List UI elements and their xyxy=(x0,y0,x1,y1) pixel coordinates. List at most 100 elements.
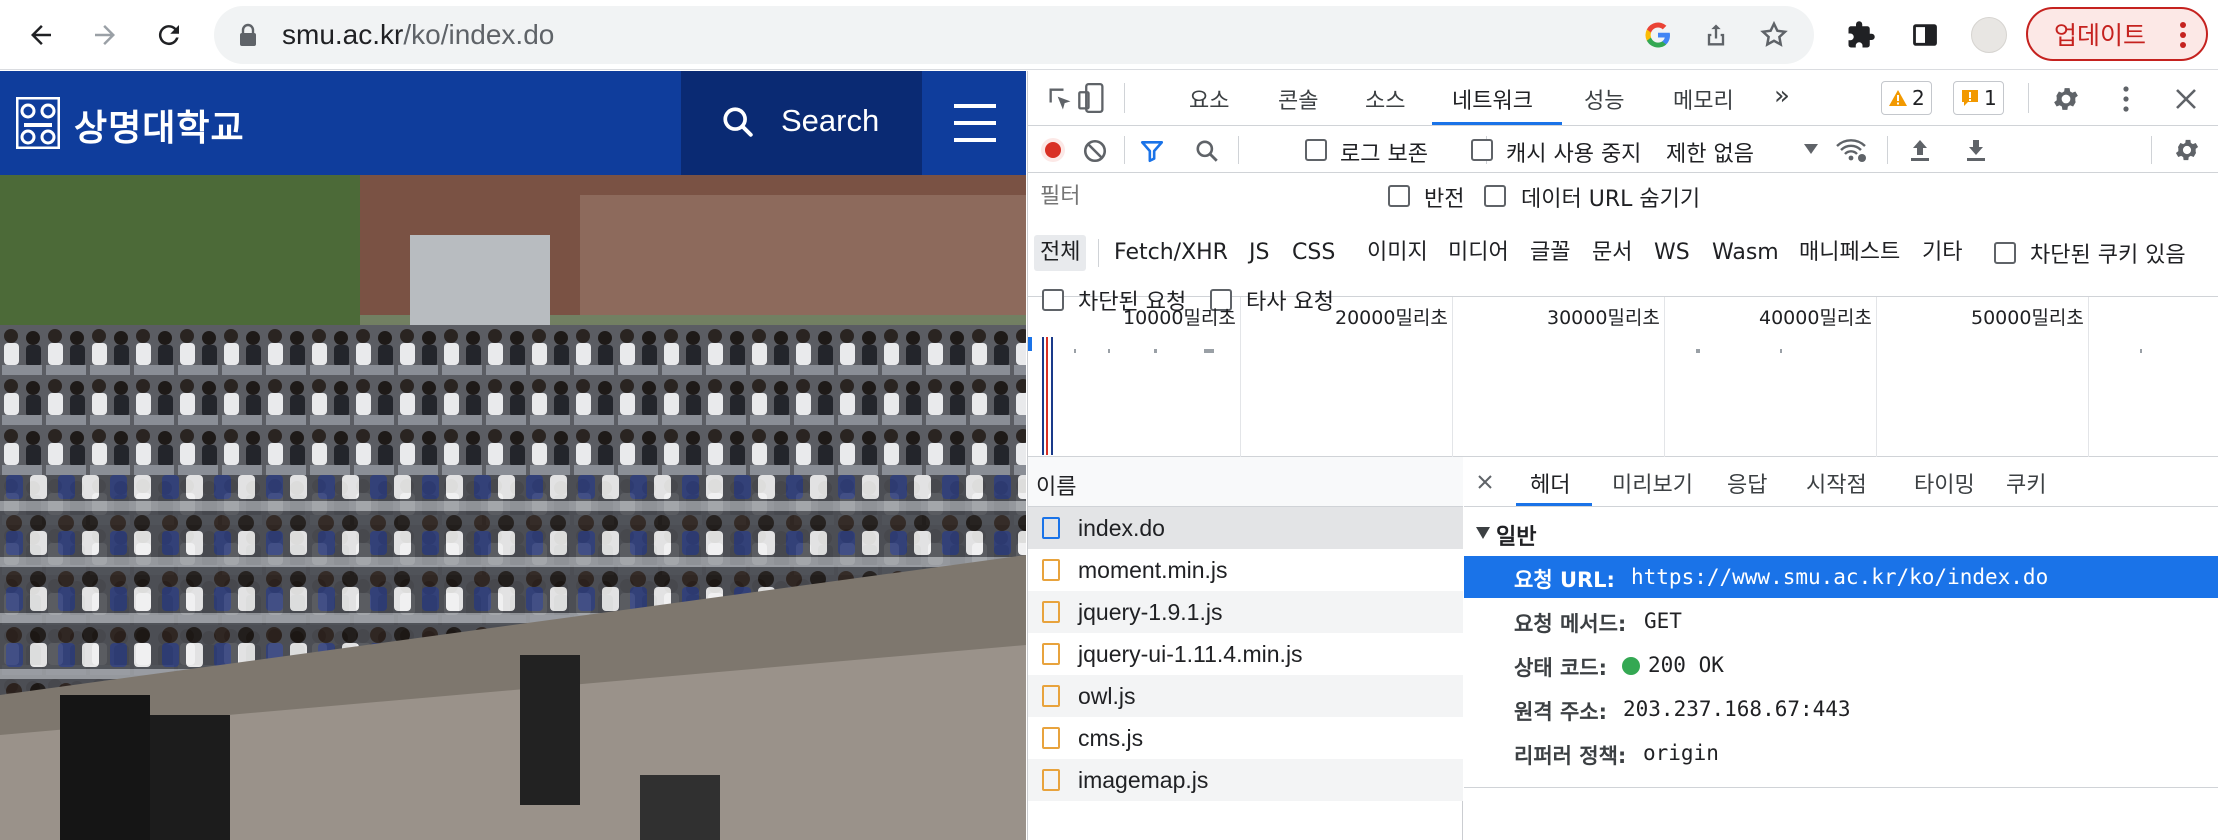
script-icon xyxy=(1042,769,1060,791)
device-toolbar-icon[interactable] xyxy=(1078,83,1106,113)
more-tabs-chevron-icon[interactable]: » xyxy=(1774,81,1790,111)
issue-icon xyxy=(1962,90,1978,106)
script-icon xyxy=(1042,685,1060,707)
request-name: cms.js xyxy=(1078,725,1144,751)
settings-gear-icon[interactable] xyxy=(2051,84,2081,114)
tab-cookies[interactable]: 쿠키 xyxy=(2006,467,2046,499)
site-search-label: Search xyxy=(781,103,880,138)
disable-cache-checkbox[interactable] xyxy=(1471,139,1493,161)
filter-type-all[interactable]: 전체 xyxy=(1034,235,1087,271)
extensions-button[interactable] xyxy=(1838,12,1884,58)
tab-memory[interactable]: 메모리 xyxy=(1673,83,1734,115)
header-row-request-url[interactable]: 요청 URL: https://www.smu.ac.kr/ko/index.d… xyxy=(1464,556,2218,598)
filter-type-img[interactable]: 이미지 xyxy=(1361,235,1434,271)
network-toolbar: 로그 보존 캐시 사용 중지 제한 없음 xyxy=(1028,126,2218,173)
filter-type-manifest[interactable]: 매니페스트 xyxy=(1793,235,1906,271)
blocked-cookies-checkbox[interactable] xyxy=(1994,242,2016,264)
google-translate-icon[interactable] xyxy=(1638,15,1678,55)
browser-toolbar: smu.ac.kr/ko/index.do 업데이트 xyxy=(0,0,2218,70)
tab-initiator[interactable]: 시작점 xyxy=(1806,467,1867,499)
invert-checkbox[interactable] xyxy=(1388,185,1410,207)
close-devtools-icon[interactable] xyxy=(2174,87,2198,111)
filter-type-doc[interactable]: 문서 xyxy=(1586,235,1638,271)
upload-har-icon[interactable] xyxy=(1908,137,1932,163)
tab-performance[interactable]: 성능 xyxy=(1584,83,1624,115)
general-section-header[interactable]: 일반 xyxy=(1464,513,2218,553)
network-overview-timeline[interactable]: 10000밀리초 20000밀리초 30000밀리초 40000밀리초 5000… xyxy=(1028,297,2218,457)
devtools-tab-bar: 요소 콘솔 소스 네트워크 성능 메모리 » 2 1 xyxy=(1028,71,2218,126)
header-row-request-method[interactable]: 요청 메서드: GET xyxy=(1464,600,2218,642)
request-row[interactable]: moment.min.js xyxy=(1028,549,1463,591)
request-bar xyxy=(1108,349,1110,353)
record-icon[interactable] xyxy=(1040,137,1066,163)
download-har-icon[interactable] xyxy=(1964,137,1988,163)
header-row-referrer-policy[interactable]: 리퍼러 정책: origin xyxy=(1464,732,2218,774)
filter-type-font[interactable]: 글꼴 xyxy=(1524,235,1576,271)
tab-preview[interactable]: 미리보기 xyxy=(1612,467,1693,499)
request-row[interactable]: cms.js xyxy=(1028,717,1463,759)
request-row[interactable]: index.do xyxy=(1028,507,1463,549)
throttling-select[interactable]: 제한 없음 xyxy=(1666,132,1818,168)
forward-button[interactable] xyxy=(82,12,128,58)
clear-icon[interactable] xyxy=(1082,138,1108,164)
filter-type-css[interactable]: CSS xyxy=(1286,235,1341,271)
filter-type-other[interactable]: 기타 xyxy=(1916,235,1968,271)
address-bar[interactable]: smu.ac.kr/ko/index.do xyxy=(214,6,1814,64)
header-key: 요청 URL: xyxy=(1514,568,1615,592)
search-icon[interactable] xyxy=(1194,138,1220,164)
inspect-element-icon[interactable] xyxy=(1046,85,1074,113)
header-row-remote-address[interactable]: 원격 주소: 203.237.168.67:443 xyxy=(1464,688,2218,730)
filter-input[interactable] xyxy=(1036,179,1362,213)
site-search-button[interactable]: Search xyxy=(681,71,922,175)
request-bar xyxy=(1780,349,1782,353)
tab-sources[interactable]: 소스 xyxy=(1365,83,1405,115)
request-row[interactable]: imagemap.js xyxy=(1028,759,1463,801)
more-vert-icon[interactable] xyxy=(2121,85,2131,113)
request-row[interactable]: jquery-ui-1.11.4.min.js xyxy=(1028,633,1463,675)
reload-button[interactable] xyxy=(146,12,192,58)
header-row-status-code[interactable]: 상태 코드: 200 OK xyxy=(1464,644,2218,686)
star-icon xyxy=(1760,20,1788,47)
share-button[interactable] xyxy=(1696,15,1736,55)
filter-type-fetch-xhr[interactable]: Fetch/XHR xyxy=(1108,235,1234,271)
active-tab-indicator xyxy=(1516,503,1592,506)
timeline-tick-label: 30000밀리초 xyxy=(1547,307,1660,329)
request-row[interactable]: owl.js xyxy=(1028,675,1463,717)
section-divider xyxy=(1464,787,2218,788)
tab-timing[interactable]: 타이밍 xyxy=(1914,467,1975,499)
filter-type-ws[interactable]: WS xyxy=(1648,235,1696,271)
issues-badge[interactable]: 1 xyxy=(1953,81,2004,115)
preserve-log-checkbox[interactable] xyxy=(1305,139,1327,161)
request-bar xyxy=(1204,349,1214,353)
side-panel-button[interactable] xyxy=(1902,12,1948,58)
bookmark-button[interactable] xyxy=(1754,15,1794,55)
warnings-badge[interactable]: 2 xyxy=(1881,81,1932,115)
request-row[interactable]: jquery-1.9.1.js xyxy=(1028,591,1463,633)
filter-type-js[interactable]: JS xyxy=(1243,235,1275,271)
arrow-right-icon xyxy=(95,25,115,45)
search-icon xyxy=(723,107,753,137)
separator xyxy=(1098,239,1099,267)
hide-data-urls-checkbox[interactable] xyxy=(1484,185,1506,207)
request-list: 이름 index.do moment.min.js jquery-1.9.1.j… xyxy=(1028,457,1463,840)
filter-type-media[interactable]: 미디어 xyxy=(1442,235,1515,271)
update-button[interactable]: 업데이트 xyxy=(2026,7,2208,61)
filter-funnel-icon[interactable] xyxy=(1139,138,1165,164)
back-button[interactable] xyxy=(18,12,64,58)
tab-network[interactable]: 네트워크 xyxy=(1452,83,1533,115)
close-detail-icon[interactable] xyxy=(1477,474,1493,490)
network-conditions-icon[interactable] xyxy=(1835,137,1867,163)
tab-console[interactable]: 콘솔 xyxy=(1278,83,1318,115)
university-logo-icon[interactable] xyxy=(16,97,60,149)
site-logo-text[interactable]: 상명대학교 xyxy=(74,99,245,151)
profile-button[interactable] xyxy=(1966,12,2012,58)
tab-elements[interactable]: 요소 xyxy=(1189,83,1229,115)
filter-type-wasm[interactable]: Wasm xyxy=(1706,235,1785,271)
site-menu-button[interactable] xyxy=(922,71,1026,175)
network-settings-gear-icon[interactable] xyxy=(2173,136,2201,164)
timeline-gridline xyxy=(1664,297,1665,457)
tab-response[interactable]: 응답 xyxy=(1727,467,1767,499)
tab-headers[interactable]: 헤더 xyxy=(1530,467,1570,499)
name-column-header[interactable]: 이름 xyxy=(1028,457,1463,507)
request-name: jquery-1.9.1.js xyxy=(1078,599,1223,625)
